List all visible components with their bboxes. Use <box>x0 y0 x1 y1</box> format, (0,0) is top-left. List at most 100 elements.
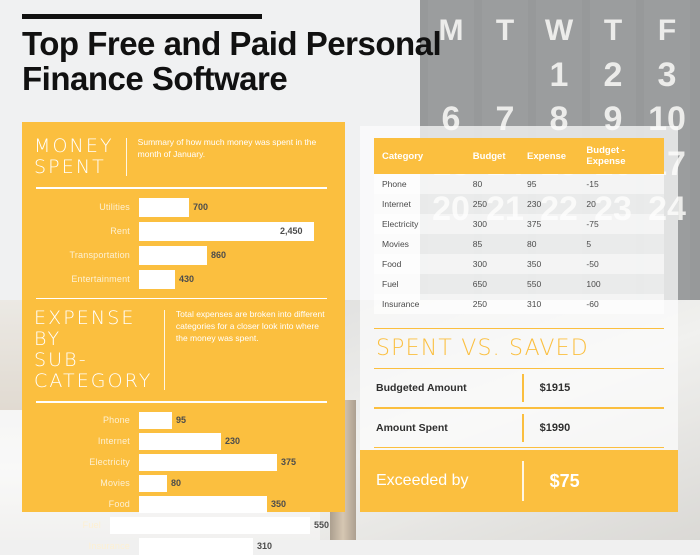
bar-value: 700 <box>193 202 208 212</box>
bar-label: Fuel <box>34 520 110 530</box>
bar-row: Movies 80 <box>34 475 329 492</box>
exceeded-by-banner: Exceeded by $75 <box>360 450 678 512</box>
cell-budget: 250 <box>465 194 519 214</box>
cell-budget: 300 <box>465 214 519 234</box>
cell-budget: 300 <box>465 254 519 274</box>
bar-fill <box>139 475 167 492</box>
section-rule <box>36 298 327 300</box>
cell-category: Electricity <box>374 214 465 234</box>
table-row: Insurance 250 310 -60 <box>374 294 664 314</box>
amount-spent-row: Amount Spent $1990 <box>374 409 664 447</box>
bar-track: 95 <box>139 412 329 429</box>
bar-label: Movies <box>34 478 139 488</box>
column-header-budget-minus-expense: Budget - Expense <box>578 138 664 174</box>
table-row: Electricity 300 375 -75 <box>374 214 664 234</box>
spent-vs-saved-section: SPENT VS. SAVED Budgeted Amount $1915 Am… <box>374 328 664 448</box>
table-row: Movies 85 80 5 <box>374 234 664 254</box>
budgeted-amount-value: $1915 <box>524 382 571 394</box>
table-row: Fuel 650 550 100 <box>374 274 664 294</box>
bar-track: 350 <box>139 496 329 513</box>
column-header-category: Category <box>374 138 465 174</box>
cell-category: Insurance <box>374 294 465 314</box>
section-rule <box>36 401 327 403</box>
bar-fill <box>139 270 175 289</box>
bar-row: Internet 230 <box>34 433 329 450</box>
money-spent-panel: MONEY SPENT Summary of how much money wa… <box>22 122 345 512</box>
table-row: Food 300 350 -50 <box>374 254 664 274</box>
bar-fill <box>110 517 310 534</box>
bar-value: 80 <box>171 478 181 488</box>
cell-category: Internet <box>374 194 465 214</box>
cell-diff: 5 <box>578 234 664 254</box>
bar-row: Entertainment 430 <box>34 270 329 289</box>
bar-row: Fuel 550 <box>34 517 329 534</box>
money-spent-heading: MONEY SPENT <box>34 136 126 178</box>
bar-row: Rent 2,450 <box>34 222 329 241</box>
title-rule <box>22 14 262 19</box>
budget-table: Category Budget Expense Budget - Expense… <box>374 138 664 314</box>
table-row: Phone 80 95 -15 <box>374 174 664 194</box>
bar-track: 700 <box>139 198 329 217</box>
bar-row: Food 350 <box>34 496 329 513</box>
bar-track: 375 <box>139 454 329 471</box>
budget-summary-panel: Category Budget Expense Budget - Expense… <box>360 126 678 512</box>
expense-sub-header: EXPENSE BY SUB-CATEGORY Total expenses a… <box>34 308 329 392</box>
bar-value: 350 <box>271 499 286 509</box>
svs-bottom-rule <box>374 447 664 448</box>
bar-label: Electricity <box>34 457 139 467</box>
bar-track: 430 <box>139 270 329 289</box>
cell-category: Movies <box>374 234 465 254</box>
spent-vs-saved-title: SPENT VS. SAVED <box>374 329 664 368</box>
cell-expense: 80 <box>519 234 578 254</box>
table-header-row: Category Budget Expense Budget - Expense <box>374 138 664 174</box>
bar-track: 230 <box>139 433 329 450</box>
money-spent-description: Summary of how much money was spent in t… <box>127 136 323 160</box>
money-spent-chart: Utilities 700 Rent 2,450 Transportation … <box>34 198 329 289</box>
cell-diff: -60 <box>578 294 664 314</box>
bar-row: Transportation 860 <box>34 246 329 265</box>
cell-budget: 85 <box>465 234 519 254</box>
bar-fill <box>139 496 267 513</box>
bar-fill <box>139 246 207 265</box>
cell-diff: -15 <box>578 174 664 194</box>
budgeted-amount-label: Budgeted Amount <box>374 382 522 394</box>
bar-track: 860 <box>139 246 329 265</box>
bar-label: Insurance <box>34 541 139 551</box>
bar-label: Internet <box>34 436 139 446</box>
bar-value: 310 <box>257 541 272 551</box>
bar-fill <box>139 198 189 217</box>
cell-diff: 20 <box>578 194 664 214</box>
exceeded-by-value: $75 <box>524 471 580 492</box>
column-header-expense: Expense <box>519 138 578 174</box>
bar-row: Electricity 375 <box>34 454 329 471</box>
bar-track: 550 <box>110 517 329 534</box>
column-header-budget: Budget <box>465 138 519 174</box>
cell-category: Phone <box>374 174 465 194</box>
bar-label: Rent <box>34 226 139 236</box>
bar-value: 2,450 <box>280 226 303 236</box>
cell-expense: 375 <box>519 214 578 234</box>
cell-expense: 350 <box>519 254 578 274</box>
bar-value: 95 <box>176 415 186 425</box>
bar-label: Phone <box>34 415 139 425</box>
cell-expense: 230 <box>519 194 578 214</box>
section-rule <box>36 187 327 189</box>
bar-fill <box>139 433 221 450</box>
cell-category: Food <box>374 254 465 274</box>
amount-spent-label: Amount Spent <box>374 422 522 434</box>
bar-fill <box>139 538 253 555</box>
bar-row: Insurance 310 <box>34 538 329 555</box>
table-row: Internet 250 230 20 <box>374 194 664 214</box>
cell-diff: -50 <box>578 254 664 274</box>
budgeted-amount-row: Budgeted Amount $1915 <box>374 369 664 407</box>
cell-budget: 650 <box>465 274 519 294</box>
expense-sub-description: Total expenses are broken into different… <box>165 308 329 344</box>
cell-expense: 95 <box>519 174 578 194</box>
bar-label: Food <box>34 499 139 509</box>
bar-value: 430 <box>179 274 194 284</box>
money-spent-header: MONEY SPENT Summary of how much money wa… <box>34 136 329 178</box>
cell-expense: 310 <box>519 294 578 314</box>
cell-diff: 100 <box>578 274 664 294</box>
bar-row: Utilities 700 <box>34 198 329 217</box>
bar-value: 230 <box>225 436 240 446</box>
